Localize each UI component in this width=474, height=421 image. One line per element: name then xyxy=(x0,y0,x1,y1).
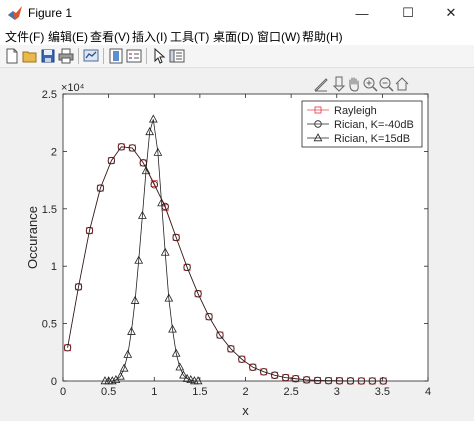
home-icon[interactable] xyxy=(394,76,410,92)
menu-window[interactable]: 窗口(W) xyxy=(257,28,300,45)
toolbar-separator xyxy=(103,48,104,64)
pan-icon[interactable] xyxy=(346,76,362,92)
menu-desktop[interactable]: 桌面(D) xyxy=(213,28,254,45)
data-tips-icon[interactable] xyxy=(331,76,347,92)
close-icon: ✕ xyxy=(445,5,457,20)
menu-view[interactable]: 查看(V) xyxy=(90,28,130,45)
minimize-button[interactable]: — xyxy=(339,0,385,26)
menu-edit[interactable]: 编辑(E) xyxy=(48,28,88,45)
toolbar-separator xyxy=(78,48,79,64)
figure-toolbar xyxy=(0,45,474,68)
maximize-button[interactable]: ☐ xyxy=(385,0,431,26)
window-title: Figure 1 xyxy=(28,6,73,20)
save-icon[interactable] xyxy=(40,48,56,64)
maximize-icon: ☐ xyxy=(402,5,414,20)
menu-bar: 文件(F) 编辑(E) 查看(V) 插入(I) 工具(T) 桌面(D) 窗口(W… xyxy=(0,26,474,45)
menu-tools[interactable]: 工具(T) xyxy=(170,28,209,45)
brush-icon[interactable] xyxy=(313,76,329,92)
link-plot-icon[interactable] xyxy=(83,48,99,64)
title-bar: Figure 1 — ☐ ✕ xyxy=(0,0,474,26)
minimize-icon: — xyxy=(355,5,369,21)
menu-file[interactable]: 文件(F) xyxy=(5,28,44,45)
matlab-app-icon xyxy=(8,6,22,20)
toolbar-separator xyxy=(146,48,147,64)
close-button[interactable]: ✕ xyxy=(428,0,474,26)
figure-canvas xyxy=(0,68,474,421)
colorbar-icon[interactable] xyxy=(108,48,124,64)
select-arrow-icon[interactable] xyxy=(151,48,167,64)
menu-help[interactable]: 帮助(H) xyxy=(302,28,343,45)
legend-icon[interactable] xyxy=(126,48,142,64)
open-file-icon[interactable] xyxy=(22,48,38,64)
menu-insert[interactable]: 插入(I) xyxy=(132,28,167,45)
property-inspector-icon[interactable] xyxy=(169,48,185,64)
zoom-out-icon[interactable] xyxy=(378,76,394,92)
zoom-in-icon[interactable] xyxy=(362,76,378,92)
new-figure-icon[interactable] xyxy=(4,48,20,64)
print-icon[interactable] xyxy=(58,48,74,64)
